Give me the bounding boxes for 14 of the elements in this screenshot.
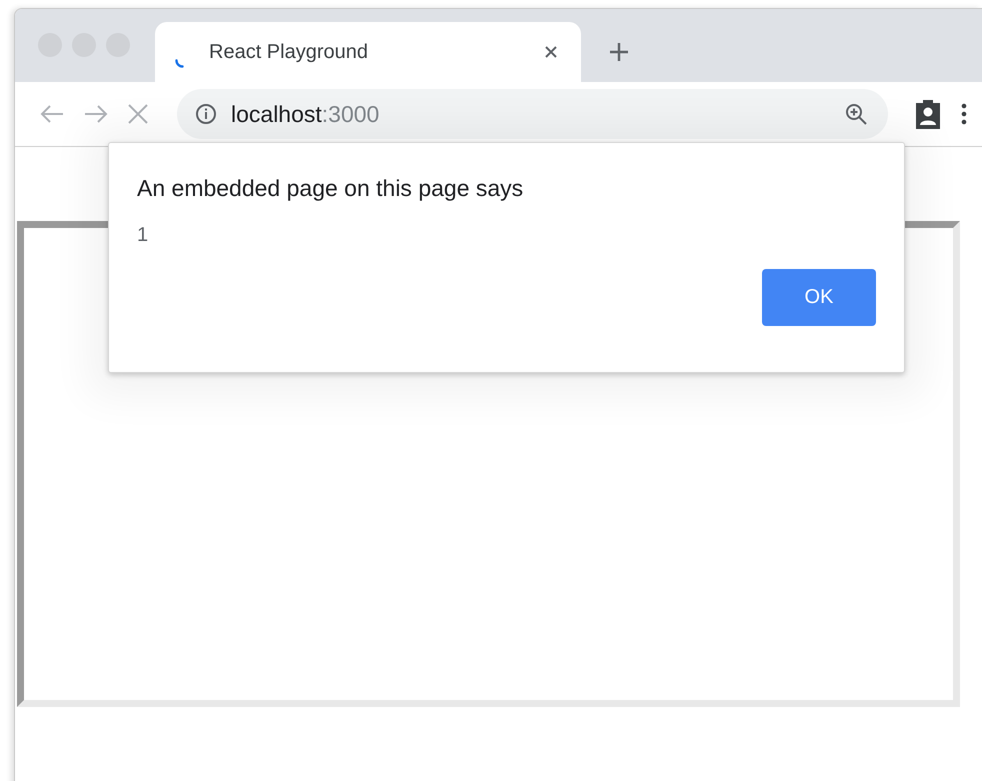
loading-spinner-icon (175, 58, 184, 68)
dialog-title: An embedded page on this page says (137, 175, 524, 202)
ok-button[interactable]: OK (762, 269, 876, 326)
info-icon[interactable] (195, 103, 217, 125)
browser-tab[interactable]: React Playground (155, 22, 581, 82)
menu-icon[interactable] (960, 102, 968, 126)
profile-badge-icon[interactable] (914, 98, 942, 130)
address-bar[interactable]: localhost:3000 (177, 89, 888, 139)
url-text: localhost:3000 (231, 100, 380, 128)
tab-title: React Playground (209, 40, 369, 64)
dialog-message: 1 (137, 224, 150, 247)
zoom-icon[interactable] (844, 102, 868, 126)
close-icon[interactable] (543, 44, 559, 60)
new-tab-icon[interactable] (609, 42, 629, 62)
